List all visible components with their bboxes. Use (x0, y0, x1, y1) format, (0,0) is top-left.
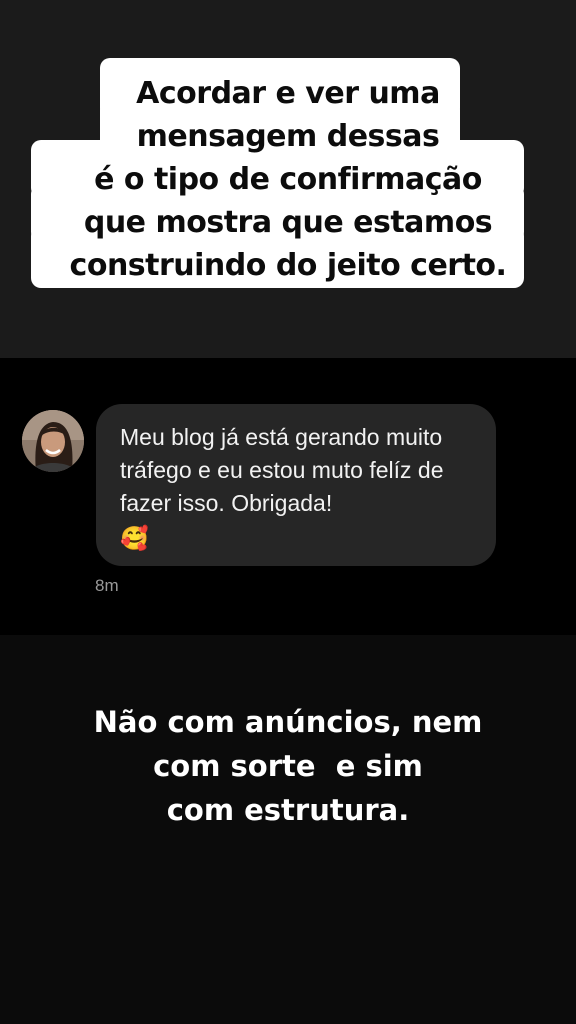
closing-line-2: com sorte e sim (153, 749, 423, 783)
headline-line-2: mensagem dessas (136, 119, 440, 154)
smiling-face-with-hearts-icon: 🥰 (120, 525, 149, 551)
avatar[interactable] (22, 410, 84, 472)
message-text: Meu blog já está gerando muito tráfego e… (120, 424, 444, 516)
headline-line-1: Acordar e ver uma (136, 76, 440, 111)
headline-line-4: que mostra que estamos (83, 205, 493, 240)
message-timestamp: 8m (95, 576, 119, 595)
headline-line-5: construindo do jeito certo. (69, 248, 507, 283)
headline-text: Acordar e ver uma mensagem dessas é o ti… (0, 72, 576, 287)
headline-line-3: é o tipo de confirmação (94, 162, 482, 197)
closing-line-3: com estrutura. (166, 793, 410, 827)
user-avatar-photo-icon (22, 410, 84, 472)
message-bubble[interactable]: Meu blog já está gerando muito tráfego e… (96, 404, 496, 566)
closing-line-1: Não com anúncios, nem (93, 705, 483, 739)
closing-text: Não com anúncios, nem com sorte e sim co… (0, 700, 576, 832)
